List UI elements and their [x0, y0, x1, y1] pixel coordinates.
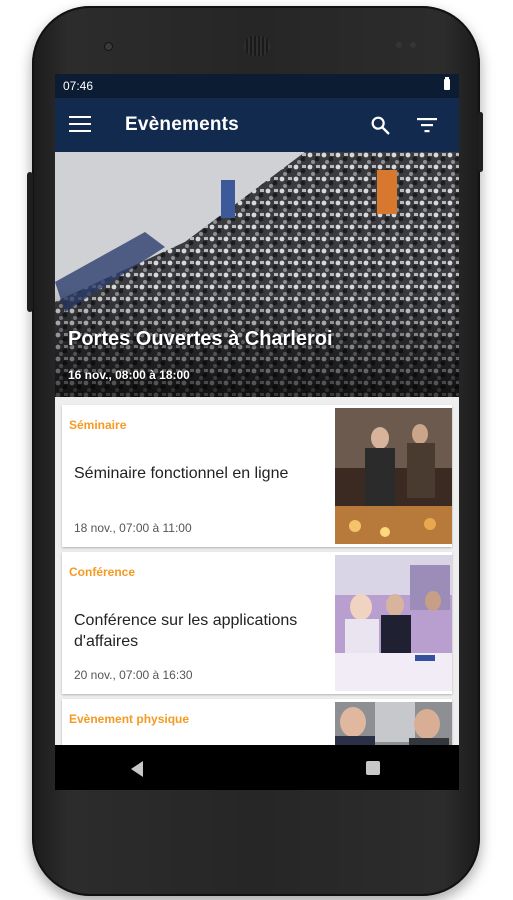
- event-card-physique[interactable]: Evènement physique: [62, 699, 452, 745]
- app-bar: Evènements: [55, 98, 459, 152]
- sensor-dot: [410, 42, 416, 48]
- front-camera-icon: [104, 42, 113, 51]
- featured-event-card[interactable]: Portes Ouvertes à Charleroi 16 nov., 08:…: [55, 152, 459, 397]
- battery-full-icon: [444, 77, 450, 90]
- event-list: Séminaire Séminaire fonctionnel en ligne…: [55, 397, 459, 745]
- event-card-conference[interactable]: Conférence Conférence sur les applicatio…: [62, 552, 452, 694]
- page-title: Evènements: [125, 114, 239, 135]
- sensor-dot: [396, 42, 402, 48]
- status-time: 07:46: [63, 79, 94, 93]
- crowd-at-conference-hall-photo: [55, 152, 459, 397]
- earpiece-speaker-icon: [244, 36, 270, 56]
- volume-button: [27, 172, 33, 312]
- event-card-seminaire[interactable]: Séminaire Séminaire fonctionnel en ligne…: [62, 405, 452, 547]
- featured-event-date: 16 nov., 08:00 à 18:00: [68, 368, 190, 382]
- event-category: Conférence: [69, 565, 136, 579]
- people-at-networking-event-photo: [335, 408, 452, 544]
- featured-event-title: Portes Ouvertes à Charleroi: [68, 328, 333, 350]
- event-date: 18 nov., 07:00 à 11:00: [74, 521, 192, 535]
- android-nav-bar: [55, 745, 459, 790]
- search-icon[interactable]: [369, 114, 391, 136]
- conference-table-meeting-photo: [335, 555, 452, 691]
- event-title: Conférence sur les applications d'affair…: [74, 612, 298, 650]
- event-date: 20 nov., 07:00 à 16:30: [74, 668, 193, 682]
- event-category: Séminaire: [69, 418, 127, 432]
- power-button: [478, 112, 483, 172]
- event-title: Séminaire fonctionnel en ligne: [74, 465, 289, 482]
- hamburger-menu-icon[interactable]: [69, 116, 91, 134]
- event-category: Evènement physique: [69, 712, 190, 726]
- status-bar: 07:46: [55, 74, 459, 98]
- back-triangle-icon[interactable]: [131, 761, 143, 777]
- filter-icon[interactable]: [416, 116, 438, 134]
- two-men-smiling-photo: [335, 702, 452, 745]
- phone-screen: 07:46 Evènements Portes Ouvertes à Charl…: [55, 74, 459, 790]
- recents-square-icon[interactable]: [366, 761, 380, 775]
